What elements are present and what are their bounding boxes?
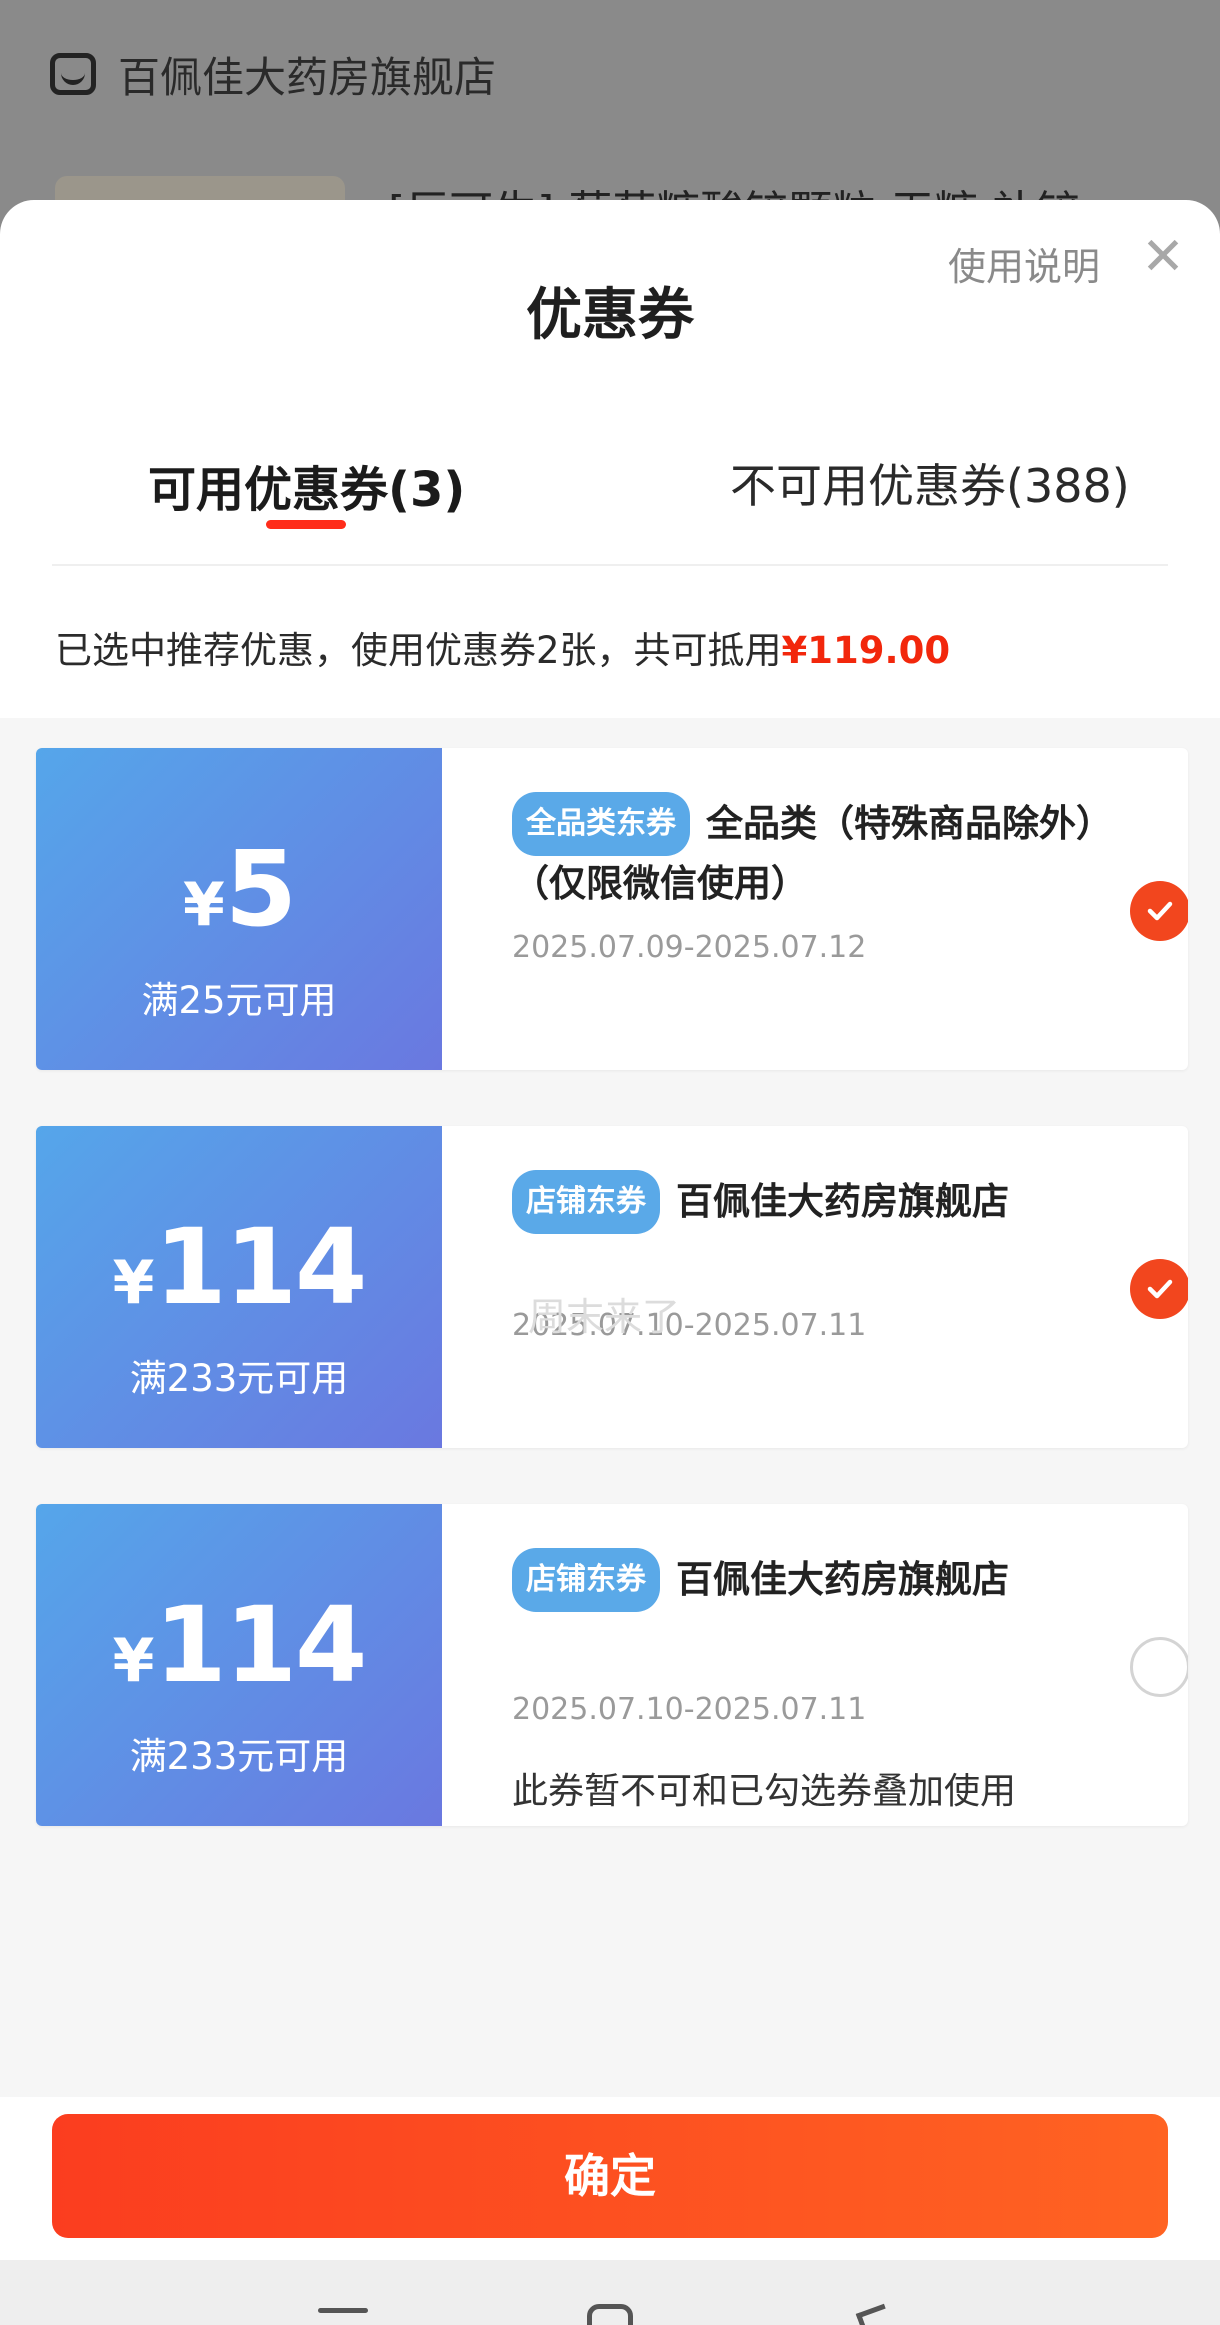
coupon-card[interactable]: ¥114 满233元可用 店铺东券 百佩佳大药房旗舰店 2025.07.10-20… [36,1504,1188,1826]
coupon-sheet: 优惠券 使用说明 ✕ 可用优惠券(3) 不可用优惠券(388) 已选中推荐优惠，… [0,200,1220,2260]
coupon-amount: ¥114 [36,1206,442,1328]
coupon-details: 店铺东券 百佩佳大药房旗舰店 2025.07.10-2025.07.11 此券暂不… [442,1504,1188,1826]
coupon-type-badge: 店铺东券 [512,1170,660,1234]
confirm-button[interactable]: 确定 [52,2114,1168,2238]
selected-check-icon[interactable] [1130,1259,1188,1319]
coupon-value-panel: ¥114 满233元可用 [36,1504,442,1826]
coupon-card[interactable]: ¥5 满25元可用 全品类东券 全品类（特殊商品除外）（仅限微信使用） 2025.… [36,748,1188,1070]
coupon-amount: ¥114 [36,1584,442,1706]
menu-icon[interactable] [318,2308,368,2313]
coupon-title-text: 百佩佳大药房旗舰店 [676,1558,1009,1601]
coupon-threshold: 满233元可用 [129,1735,349,1778]
tab-available-coupons[interactable]: 可用优惠券(3) [148,450,465,520]
background-store-header: 百佩佳大药房旗舰店 [50,44,496,104]
coupon-amount-value: 114 [154,1206,367,1328]
coupon-amount: ¥5 [36,828,442,950]
back-icon[interactable] [855,2303,895,2325]
tab-divider [52,564,1168,566]
store-icon [50,53,96,95]
summary-text: 已选中推荐优惠，使用优惠券2张，共可抵用 [55,629,782,672]
currency-symbol: ¥ [182,870,225,940]
close-icon[interactable]: ✕ [1140,231,1186,283]
selection-summary: 已选中推荐优惠，使用优惠券2张，共可抵用¥119.00 [55,620,950,674]
coupon-stacking-note: 此券暂不可和已勾选券叠加使用 [512,1771,1017,1812]
selected-check-icon[interactable] [1130,881,1188,941]
coupon-validity: 2025.07.09-2025.07.12 [512,930,867,965]
coupon-list: ¥5 满25元可用 全品类东券 全品类（特殊商品除外）（仅限微信使用） 2025.… [0,718,1220,2110]
coupon-value-panel: ¥5 满25元可用 [36,748,442,1070]
background-store-name: 百佩佳大药房旗舰店 [118,52,497,102]
coupon-value-panel: ¥114 满233元可用 [36,1126,442,1448]
tab-unavailable-coupons[interactable]: 不可用优惠券(388) [730,450,1130,516]
system-nav-bar [0,2260,1220,2325]
currency-symbol: ¥ [112,1626,155,1696]
usage-instructions-link[interactable]: 使用说明 [948,236,1100,291]
coupon-validity: 2025.07.10-2025.07.11 [512,1692,867,1727]
coupon-amount-value: 114 [154,1584,367,1706]
coupon-type-badge: 全品类东券 [512,792,690,856]
currency-symbol: ¥ [112,1248,155,1318]
background-page: 百佩佳大药房旗舰店 [巨可生] 葡萄糖酸锌颗粒 无糖 补锌 [0,0,1220,256]
coupon-details: 全品类东券 全品类（特殊商品除外）（仅限微信使用） 2025.07.09-2025… [442,748,1188,1070]
home-icon[interactable] [587,2304,633,2325]
watermark-text: 周末来了 [528,1295,681,1339]
coupon-title: 店铺东券 百佩佳大药房旗舰店 [512,1170,1122,1234]
coupon-title-text: 百佩佳大药房旗舰店 [676,1180,1009,1223]
coupon-threshold: 满25元可用 [141,979,337,1022]
coupon-amount-value: 5 [224,828,297,950]
coupon-type-badge: 店铺东券 [512,1548,660,1612]
summary-amount: ¥119.00 [781,629,951,672]
unselected-radio-icon[interactable] [1130,1637,1188,1697]
coupon-title: 店铺东券 百佩佳大药房旗舰店 [512,1548,1122,1612]
coupon-title: 全品类东券 全品类（特殊商品除外）（仅限微信使用） [512,792,1122,912]
active-tab-indicator [266,520,346,529]
coupon-threshold: 满233元可用 [129,1357,349,1400]
